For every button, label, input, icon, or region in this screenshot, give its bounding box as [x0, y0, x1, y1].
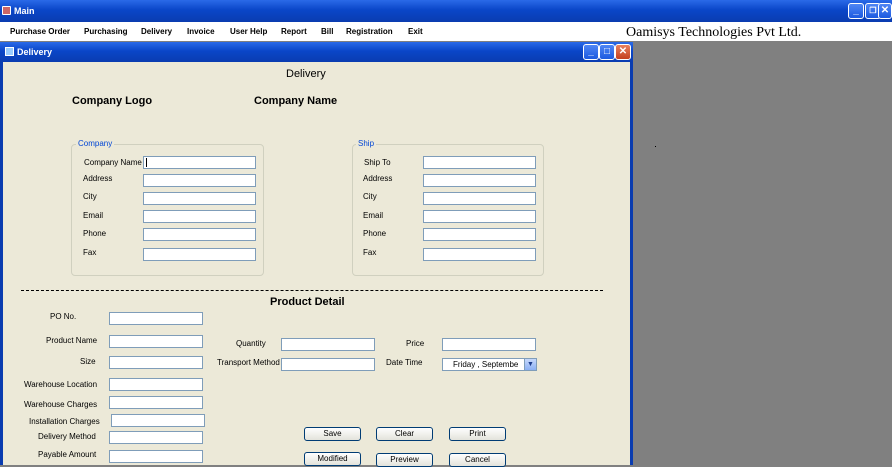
company-city-label: City — [83, 192, 97, 201]
price-input[interactable] — [442, 338, 536, 351]
delivery-minimize-button[interactable]: _ — [583, 44, 599, 60]
product-detail-heading: Product Detail — [270, 296, 345, 308]
form-heading: Delivery — [286, 68, 326, 80]
product-name-label: Product Name — [46, 336, 98, 345]
warehouse-charges-label: Warehouse Charges — [24, 400, 98, 409]
delivery-window: Delivery _ □ ✕ Delivery Company Logo Com… — [0, 42, 633, 467]
transport-method-label: Transport Method — [217, 358, 280, 367]
ship-to-label: Ship To — [364, 158, 391, 167]
company-address-input[interactable] — [143, 174, 256, 187]
date-time-picker[interactable]: Friday , Septembe ▼ — [442, 358, 537, 371]
ship-email-label: Email — [363, 211, 384, 220]
company-city-input[interactable] — [143, 192, 256, 205]
quantity-label: Quantity — [236, 339, 266, 348]
company-address-label: Address — [83, 174, 113, 183]
ship-fax-label: Fax — [363, 248, 377, 257]
size-label: Size — [80, 357, 96, 366]
company-fax-label: Fax — [83, 248, 97, 257]
ship-address-label: Address — [363, 174, 393, 183]
company-email-label: Email — [83, 211, 104, 220]
size-input[interactable] — [109, 356, 203, 369]
menu-purchase-order[interactable]: Purchase Order — [10, 27, 70, 36]
stray-dot — [655, 146, 656, 147]
company-email-input[interactable] — [143, 210, 256, 223]
menu-user-help[interactable]: User Help — [230, 27, 267, 36]
date-time-label: Date Time — [386, 358, 423, 367]
company-banner: Oamisys Technologies Pvt Ltd. — [626, 25, 802, 40]
window-icon — [5, 47, 14, 56]
delivery-method-label: Delivery Method — [38, 432, 96, 441]
main-title-bar: Main _ ❐ ✕ — [0, 0, 892, 22]
delivery-maximize-button[interactable]: □ — [599, 44, 615, 60]
menu-report[interactable]: Report — [281, 27, 307, 36]
company-name-heading: Company Name — [254, 95, 338, 107]
section-divider — [21, 290, 603, 291]
installation-charges-label: Installation Charges — [29, 417, 100, 426]
transport-method-input[interactable] — [281, 358, 375, 371]
company-group-title: Company — [76, 139, 115, 148]
po-no-input[interactable] — [109, 312, 203, 325]
warehouse-location-label: Warehouse Location — [24, 380, 98, 389]
print-button[interactable]: Print — [449, 427, 506, 441]
delivery-window-title: Delivery — [17, 47, 53, 57]
company-name-input[interactable] — [143, 156, 256, 169]
menu-delivery[interactable]: Delivery — [141, 27, 172, 36]
modified-button[interactable]: Modified — [304, 452, 361, 466]
chevron-down-icon[interactable]: ▼ — [524, 359, 536, 370]
quantity-input[interactable] — [281, 338, 375, 351]
ship-group-title: Ship — [356, 139, 377, 148]
payable-amount-label: Payable Amount — [38, 450, 97, 459]
main-close-button[interactable]: ✕ — [878, 3, 892, 19]
ship-city-input[interactable] — [423, 192, 536, 205]
company-phone-input[interactable] — [143, 228, 256, 241]
installation-charges-input[interactable] — [111, 414, 205, 427]
delivery-title-bar: Delivery _ □ ✕ — [0, 42, 633, 62]
payable-amount-input[interactable] — [109, 450, 203, 463]
main-window-title: Main — [14, 6, 35, 16]
delivery-method-input[interactable] — [109, 431, 203, 444]
date-value: Friday , Septembe — [453, 360, 519, 369]
menu-exit[interactable]: Exit — [408, 27, 423, 36]
ship-fax-input[interactable] — [423, 248, 536, 261]
ship-city-label: City — [363, 192, 377, 201]
delivery-form: Delivery Company Logo Company Name Compa… — [3, 62, 630, 467]
warehouse-charges-input[interactable] — [109, 396, 203, 409]
warehouse-location-input[interactable] — [109, 378, 203, 391]
clear-button[interactable]: Clear — [376, 427, 433, 441]
menu-registration[interactable]: Registration — [346, 27, 393, 36]
menu-bill[interactable]: Bill — [321, 27, 333, 36]
menu-purchasing[interactable]: Purchasing — [84, 27, 128, 36]
product-name-input[interactable] — [109, 335, 203, 348]
company-name-label: Company Name — [84, 158, 142, 167]
ship-email-input[interactable] — [423, 210, 536, 223]
company-phone-label: Phone — [83, 229, 107, 238]
price-label: Price — [406, 339, 425, 348]
main-minimize-button[interactable]: _ — [848, 3, 864, 19]
ship-address-input[interactable] — [423, 174, 536, 187]
ship-phone-input[interactable] — [423, 228, 536, 241]
company-logo-label: Company Logo — [72, 95, 153, 107]
ship-phone-label: Phone — [363, 229, 387, 238]
text-cursor — [146, 158, 147, 167]
menu-invoice[interactable]: Invoice — [187, 27, 215, 36]
ship-to-input[interactable] — [423, 156, 536, 169]
po-no-label: PO No. — [50, 312, 77, 321]
app-icon — [2, 6, 11, 15]
company-fax-input[interactable] — [143, 248, 256, 261]
save-button[interactable]: Save — [304, 427, 361, 441]
delivery-close-button[interactable]: ✕ — [615, 44, 631, 60]
